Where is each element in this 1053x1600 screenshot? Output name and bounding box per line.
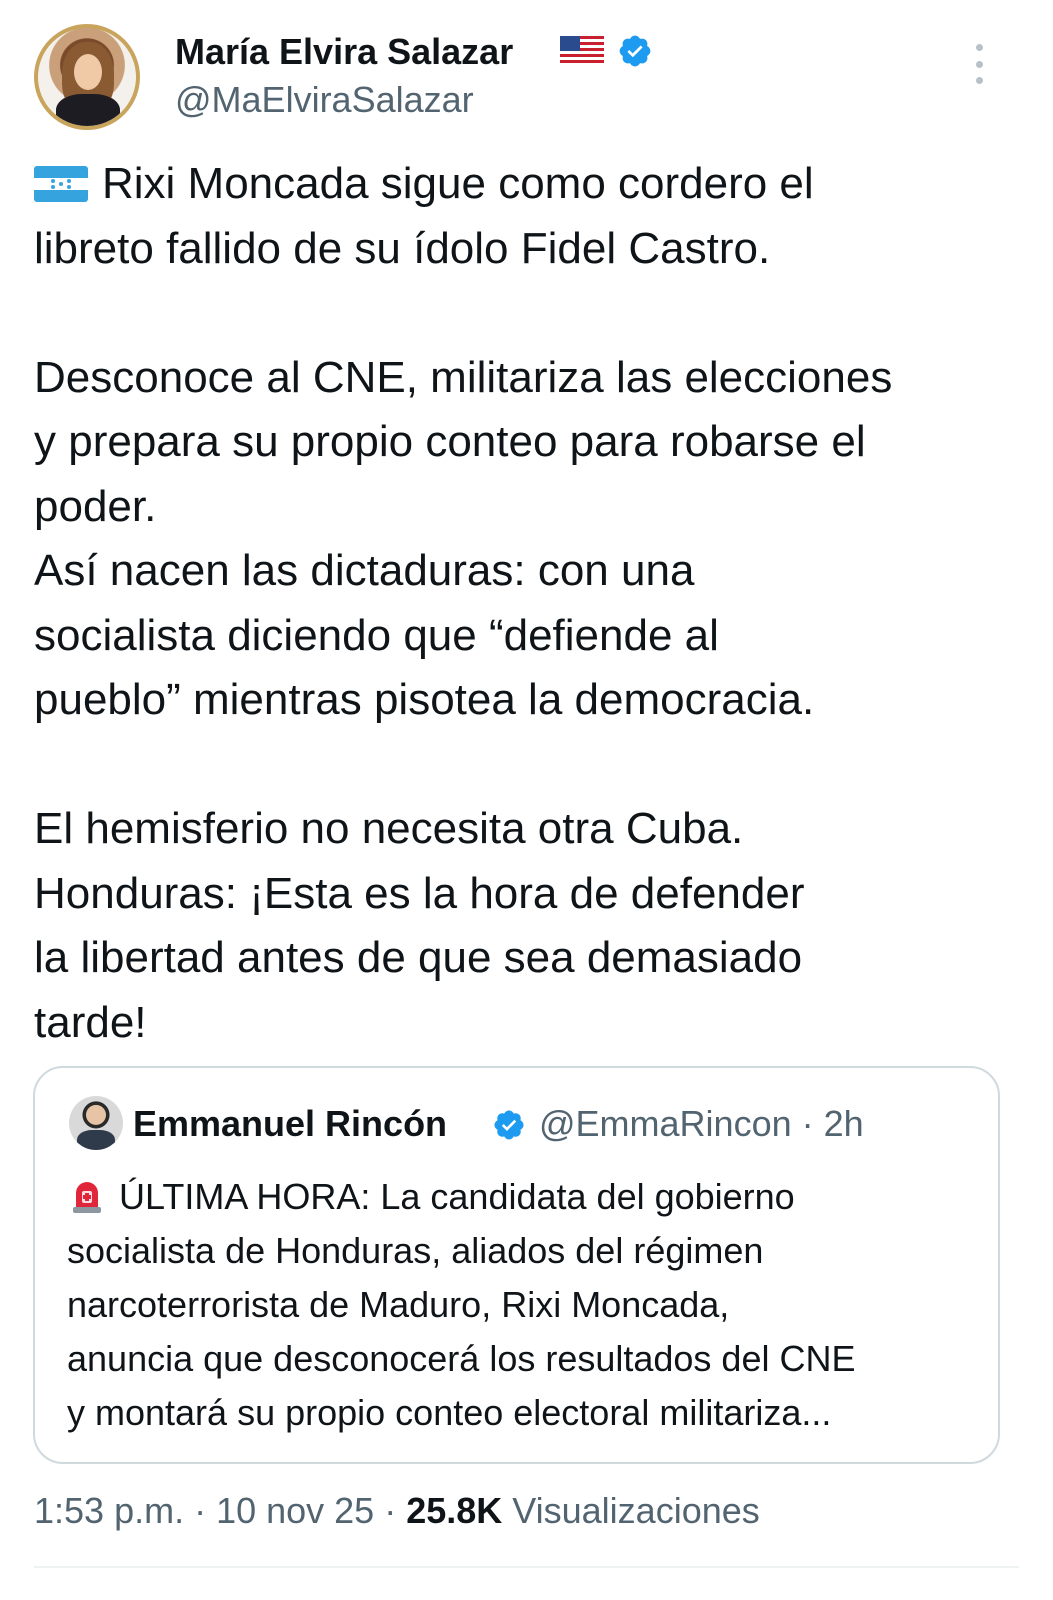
timestamp[interactable]: 1:53 p.m. · 10 nov 25 · [34, 1490, 406, 1531]
tweet-footer: 1:53 p.m. · 10 nov 25 · 25.8K Visualizac… [34, 1487, 760, 1535]
tweet-line-2: Desconoce al CNE, militariza las eleccio… [34, 352, 893, 402]
views-count: 25.8K [406, 1490, 503, 1531]
verified-badge-icon[interactable] [617, 33, 653, 69]
quoted-line-4: y montará su propio conteo electoral mil… [67, 1392, 832, 1433]
tweet-line-3: y prepara su propio conteo para robarse … [34, 417, 866, 466]
tweet-line-11: tarde! [34, 997, 147, 1047]
tweet-card: María Elvira Salazar @MaElviraSalazar Ri… [0, 0, 1053, 1600]
tweet-line-6: socialista diciendo que “defiende al [34, 610, 719, 660]
tweet-line-10: la libertad antes de que sea demasiado [34, 933, 803, 982]
tweet-line-5: Así nacen las dictaduras: con una [34, 546, 695, 595]
quoted-tweet[interactable]: Emmanuel Rincón @EmmaRincon · 2h ÚLTIMA … [33, 1066, 1000, 1464]
quoted-line-0: ÚLTIMA HORA: La candidata del gobierno [67, 1170, 987, 1224]
tweet-line-1: libreto fallido de su ídolo Fidel Castro… [34, 223, 771, 273]
verified-badge-icon[interactable] [492, 1108, 526, 1142]
quoted-author-name[interactable]: Emmanuel Rincón [133, 1102, 447, 1146]
more-options-icon[interactable] [966, 44, 992, 84]
avatar-body [56, 94, 120, 126]
quoted-tweet-text: ÚLTIMA HORA: La candidata del gobierno s… [67, 1170, 987, 1440]
tweet-line-7: pueblo” mientras pisotea la democracia. [34, 675, 815, 724]
author-name[interactable]: María Elvira Salazar [175, 30, 513, 74]
tweet-line-4: poder. [34, 481, 157, 531]
avatar-face [74, 54, 102, 90]
dot [975, 44, 983, 51]
quoted-handle-time[interactable]: @EmmaRincon · 2h [539, 1102, 864, 1146]
author-handle[interactable]: @MaElviraSalazar [175, 78, 474, 122]
tweet-line-0: Rixi Moncada sigue como cordero el [34, 152, 1024, 217]
us-flag-icon [560, 36, 604, 66]
dot [975, 60, 983, 68]
views-label: Visualizaciones [502, 1490, 760, 1531]
tweet-text: Rixi Moncada sigue como cordero el libre… [34, 152, 1024, 1055]
tweet-line-9: Honduras: ¡Esta es la hora de defender [34, 868, 805, 918]
quoted-line-1: socialista de Honduras, aliados del régi… [67, 1230, 764, 1271]
quoted-line-2: narcoterrorista de Maduro, Rixi Moncada, [67, 1284, 730, 1325]
divider [34, 1566, 1019, 1568]
author-avatar[interactable] [34, 24, 140, 130]
tweet-line-8: El hemisferio no necesita otra Cuba. [34, 804, 744, 853]
honduras-flag-icon [34, 166, 88, 202]
quoted-line-3: anuncia que desconocerá los resultados d… [67, 1338, 856, 1379]
dot [975, 77, 983, 84]
quoted-author-avatar[interactable] [69, 1096, 123, 1150]
rotating-light-icon [73, 1182, 101, 1213]
avatar-suit [77, 1130, 115, 1150]
